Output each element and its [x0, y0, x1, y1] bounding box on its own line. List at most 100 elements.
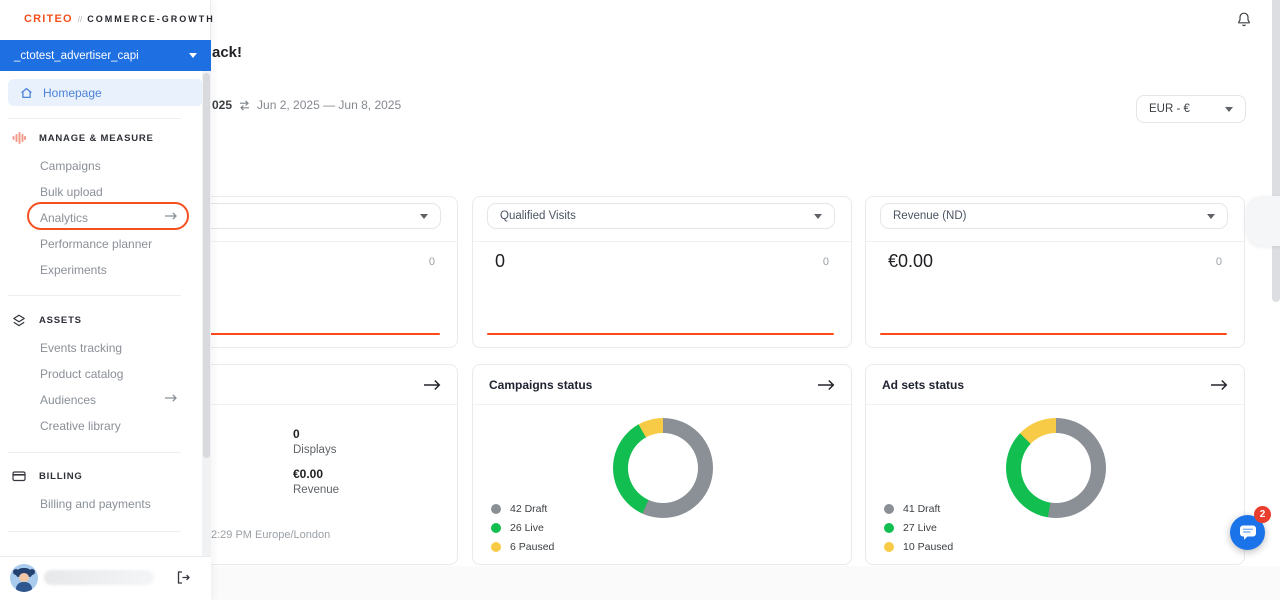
metric-3-value: €0.00 [888, 251, 933, 272]
sidebar-item-billing-and-payments[interactable]: Billing and payments [40, 497, 151, 511]
user-name-redacted [44, 570, 154, 585]
sidebar-item-label: Homepage [43, 86, 102, 100]
dashboard-page: ack! 025 Jun 2, 2025 — Jun 8, 2025 EUR -… [0, 0, 1280, 600]
metric-2-value: 0 [495, 251, 505, 272]
swap-arrows-icon [238, 100, 251, 111]
arrow-right-icon[interactable] [164, 393, 178, 403]
section-title: ASSETS [39, 315, 82, 326]
metric-selector-3[interactable]: Revenue (ND) [880, 203, 1228, 229]
advertiser-selector-value: _ctotest_advertiser_capi [14, 50, 139, 62]
divider [8, 452, 181, 453]
adsets-status-title: Ad sets status [882, 378, 964, 392]
sidebar-item-audiences[interactable]: Audiences [40, 393, 96, 407]
sidebar-item-campaigns[interactable]: Campaigns [40, 159, 101, 173]
logo-separator: // [78, 15, 82, 24]
legend-dot-draft [884, 504, 894, 514]
legend-dot-live [884, 523, 894, 533]
section-manage-measure: MANAGE & MEASURE [12, 131, 154, 145]
legend-item: 6 Paused [491, 541, 554, 553]
notifications-bell-icon[interactable] [1236, 11, 1252, 28]
legend-label: 6 Paused [510, 541, 554, 553]
legend-item: 42 Draft [491, 503, 554, 515]
sidebar-item-events-tracking[interactable]: Events tracking [40, 341, 122, 355]
metric-selector-2[interactable]: Qualified Visits [487, 203, 835, 229]
chevron-down-icon [420, 214, 428, 219]
collapsed-side-panel-handle[interactable] [1246, 196, 1280, 246]
legend-item: 10 Paused [884, 541, 953, 553]
legend-item: 26 Live [491, 522, 554, 534]
campaigns-status-legend: 42 Draft 26 Live 6 Paused [491, 503, 554, 553]
metric-selector-2-value: Qualified Visits [500, 210, 576, 222]
adsets-status-legend: 41 Draft 27 Live 10 Paused [884, 503, 953, 553]
layers-icon [12, 314, 26, 327]
advertiser-selector[interactable]: _ctotest_advertiser_capi [0, 40, 211, 71]
campaigns-status-header: Campaigns status [473, 365, 851, 405]
legend-dot-paused [884, 542, 894, 552]
chat-unread-badge: 2 [1254, 506, 1271, 523]
divider [473, 241, 851, 242]
metric-3-axis-value: 0 [1216, 256, 1222, 268]
sidebar-item-performance-planner[interactable]: Performance planner [40, 237, 152, 251]
snapshot-stat-value: €0.00 [293, 467, 339, 481]
avatar-body [16, 582, 32, 592]
legend-label: 27 Live [903, 522, 937, 534]
section-assets: ASSETS [12, 314, 82, 327]
metric-2-axis-value: 0 [823, 256, 829, 268]
chevron-down-icon [1225, 107, 1233, 112]
chevron-down-icon [814, 214, 822, 219]
divider [8, 295, 181, 296]
metric-selector-3-value: Revenue (ND) [893, 210, 967, 222]
divider [8, 531, 181, 532]
legend-dot-paused [491, 542, 501, 552]
campaigns-status-title: Campaigns status [489, 378, 592, 392]
chat-bubble-icon [1239, 524, 1257, 541]
legend-item: 27 Live [884, 522, 953, 534]
metric-card-3: Revenue (ND) €0.00 0 [865, 196, 1245, 348]
currency-selector-value: EUR - € [1149, 103, 1190, 115]
date-range-current[interactable]: 025 [212, 98, 232, 112]
sidebar-item-creative-library[interactable]: Creative library [40, 419, 121, 433]
divider [866, 241, 1244, 242]
divider [8, 118, 181, 119]
metric-card-2: Qualified Visits 0 0 [472, 196, 852, 348]
section-title: MANAGE & MEASURE [39, 133, 154, 144]
home-icon [20, 87, 33, 99]
campaigns-status-card: Campaigns status 42 Draft 26 Live 6 Paus… [472, 364, 852, 565]
section-title: BILLING [39, 471, 83, 482]
logout-icon[interactable] [176, 570, 191, 585]
date-range-compare[interactable]: Jun 2, 2025 — Jun 8, 2025 [257, 98, 401, 112]
sidebar: CRITEO // COMMERCE-GROWTH _ctotest_adver… [0, 0, 211, 600]
metric-3-flatline-chart [880, 333, 1227, 335]
pulse-icon [12, 131, 26, 145]
sidebar-item-product-catalog[interactable]: Product catalog [40, 367, 123, 381]
sidebar-item-homepage[interactable]: Homepage [8, 79, 203, 106]
snapshot-stat: 0 Displays [293, 427, 339, 456]
welcome-heading: ack! [212, 44, 242, 61]
arrow-right-icon[interactable] [817, 379, 835, 391]
chevron-down-icon [1207, 214, 1215, 219]
legend-label: 41 Draft [903, 503, 940, 515]
legend-label: 42 Draft [510, 503, 547, 515]
sidebar-item-experiments[interactable]: Experiments [40, 263, 107, 277]
sidebar-scrollbar-thumb[interactable] [203, 73, 210, 458]
legend-dot-draft [491, 504, 501, 514]
arrow-right-icon[interactable] [164, 211, 178, 221]
chevron-down-icon [189, 53, 197, 58]
legend-label: 26 Live [510, 522, 544, 534]
sidebar-item-bulk-upload[interactable]: Bulk upload [40, 185, 103, 199]
criteo-logo: CRITEO // COMMERCE-GROWTH [24, 13, 215, 25]
adsets-status-donut-chart [1006, 418, 1106, 518]
legend-dot-live [491, 523, 501, 533]
logo-brand-text: CRITEO [24, 13, 73, 25]
metric-2-flatline-chart [487, 333, 834, 335]
currency-selector[interactable]: EUR - € [1136, 95, 1246, 123]
snapshot-stat-label: Displays [293, 444, 339, 456]
sidebar-item-analytics[interactable]: Analytics [40, 211, 88, 225]
snapshot-stat: €0.00 Revenue [293, 467, 339, 496]
user-avatar[interactable] [10, 564, 38, 592]
legend-label: 10 Paused [903, 541, 953, 553]
arrow-right-icon[interactable] [1210, 379, 1228, 391]
page-scrollbar-thumb[interactable] [1272, 0, 1280, 302]
snapshot-stat-value: 0 [293, 427, 339, 441]
arrow-right-icon[interactable] [423, 379, 441, 391]
